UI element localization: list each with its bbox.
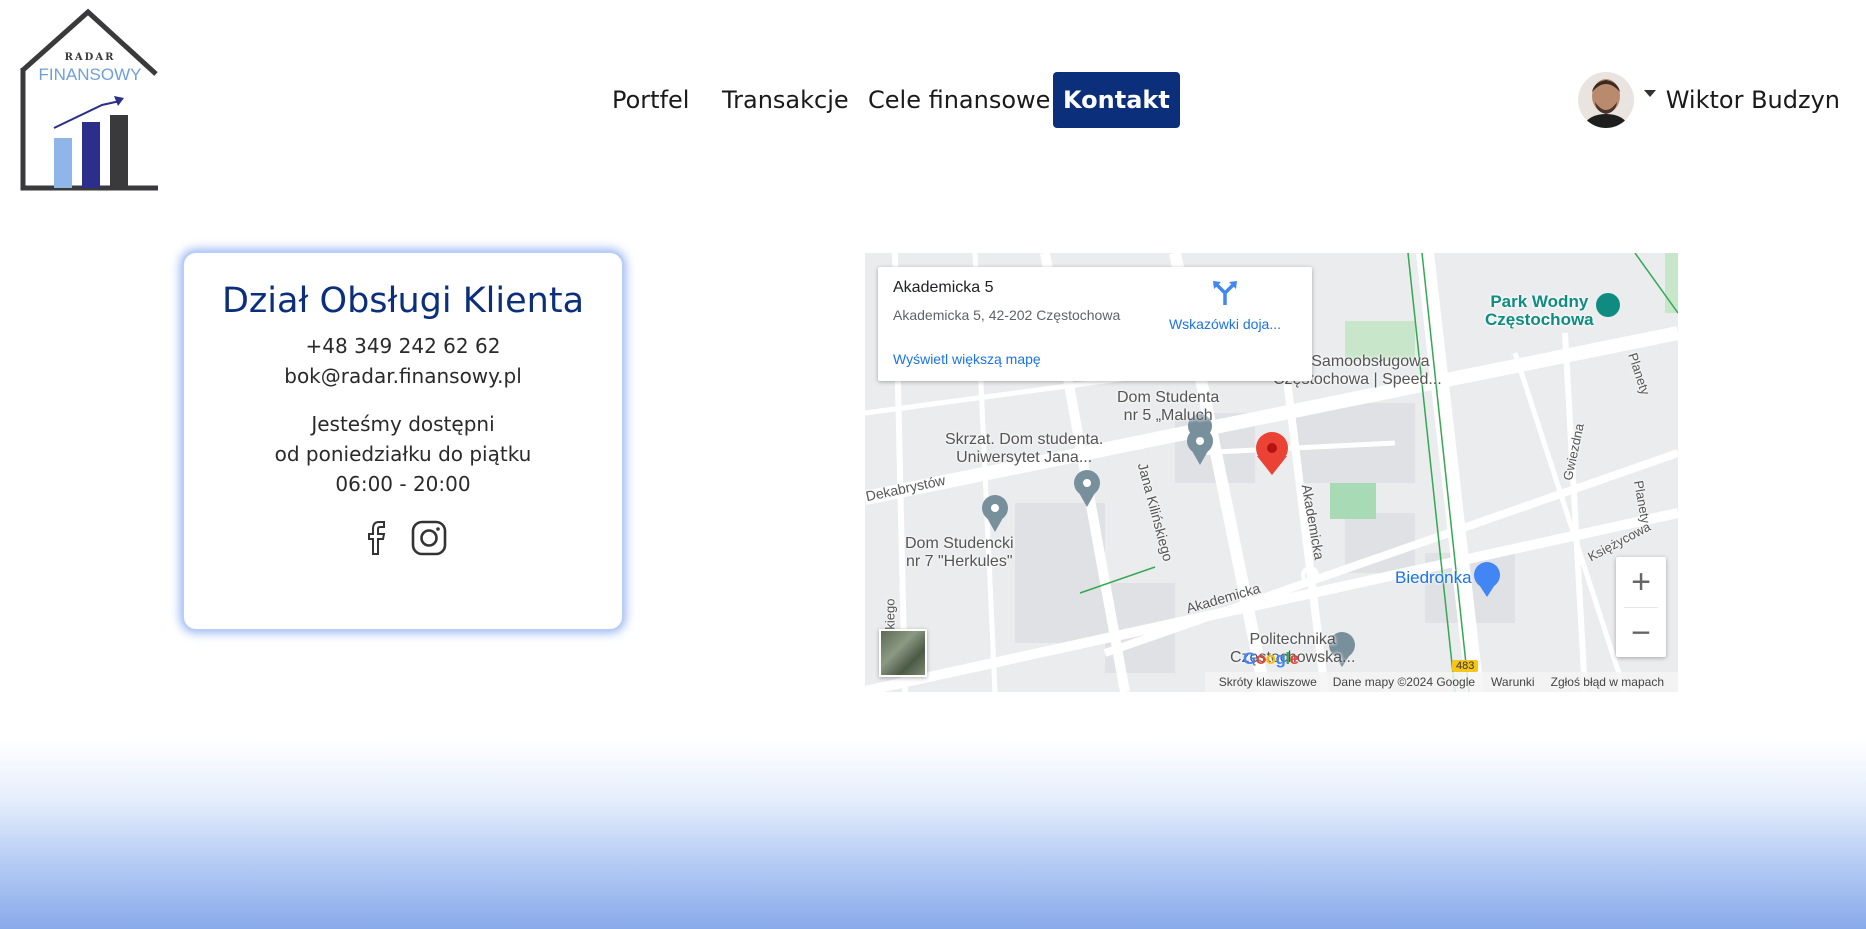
nav-portfel[interactable]: Portfel [612, 72, 689, 128]
logo-text-top: RADAR [65, 52, 116, 63]
nav-kontakt[interactable]: Kontakt [1053, 72, 1180, 128]
map-label-park[interactable]: Park Wodny Częstochowa [1485, 293, 1594, 329]
user-avatar-icon [1577, 72, 1634, 128]
zoom-out-button[interactable]: − [1616, 608, 1666, 658]
map-data-attribution: Dane mapy ©2024 Google [1332, 675, 1476, 689]
directions-button[interactable]: Wskazówki doja... [1165, 279, 1285, 332]
terms-link[interactable]: Warunki [1483, 675, 1543, 689]
facebook-icon[interactable] [358, 519, 396, 557]
zoom-in-button[interactable]: + [1616, 557, 1666, 607]
map-label-dom7[interactable]: Dom Studencki nr 7 "Herkules" [905, 535, 1014, 571]
map-label-biedronka[interactable]: Biedronka [1395, 569, 1472, 587]
availability-hours: 06:00 - 20:00 [335, 472, 471, 496]
user-name[interactable]: Wiktor Budzyn [1666, 86, 1840, 114]
keyboard-shortcuts-link[interactable]: Skróty klawiszowe [1211, 675, 1325, 689]
contact-email: bok@radar.finansowy.pl [284, 364, 522, 388]
contact-phone: +48 349 242 62 62 [305, 334, 501, 358]
availability-line-2: od poniedziałku do piątku [274, 442, 532, 466]
google-logo: Google [1243, 649, 1299, 668]
avatar[interactable] [1577, 72, 1634, 128]
contact-title: Dział Obsługi Klienta [221, 281, 585, 321]
larger-map-link[interactable]: Wyświetl większą mapę [893, 351, 1041, 367]
place-title: Akademicka 5 [893, 279, 994, 296]
map-label-skrzat[interactable]: Skrzat. Dom studenta. Uniwersytet Jana..… [945, 431, 1103, 467]
social-links [184, 519, 622, 557]
place-info-card: Akademicka 5 Akademicka 5, 42-202 Często… [878, 267, 1312, 381]
zoom-controls: + − [1616, 557, 1666, 657]
user-menu[interactable]: Wiktor Budzyn [1577, 72, 1840, 128]
nav-cele-finansowe[interactable]: Cele finansowe [868, 72, 1050, 128]
chevron-down-icon[interactable] [1643, 89, 1656, 97]
google-map[interactable]: Park Wodny Częstochowa alnia Samoobsługo… [865, 253, 1678, 692]
directions-label: Wskazówki doja... [1168, 316, 1282, 332]
satellite-toggle-button[interactable] [879, 629, 927, 677]
nav-transakcje[interactable]: Transakcje [722, 72, 849, 128]
contact-card: Dział Obsługi Klienta +48 349 242 62 62 … [184, 253, 622, 629]
road-number-badge: 483 [1452, 660, 1479, 672]
directions-icon [1213, 281, 1237, 305]
instagram-icon[interactable] [410, 519, 448, 557]
availability-line-1: Jesteśmy dostępni [311, 412, 495, 436]
map-label-dom5[interactable]: Dom Studenta nr 5 „Maluch [1117, 389, 1219, 425]
place-address: Akademicka 5, 42-202 Częstochowa [893, 307, 1121, 323]
report-error-link[interactable]: Zgłoś błąd w mapach [1543, 675, 1672, 689]
map-attribution-bar: Skróty klawiszowe Dane mapy ©2024 Google… [1204, 672, 1678, 692]
